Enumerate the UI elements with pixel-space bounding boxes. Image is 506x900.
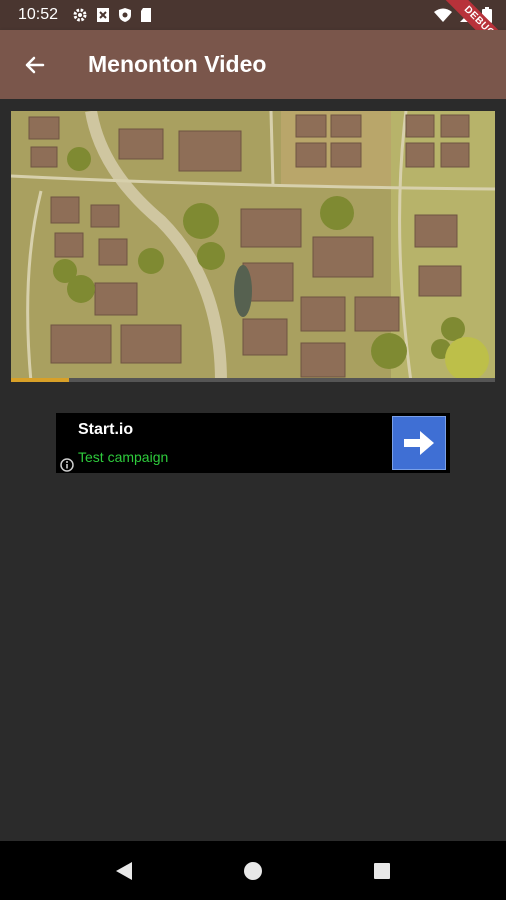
settings-icon: [73, 8, 87, 22]
video-progress-fill: [11, 378, 70, 382]
shield-icon: [119, 8, 132, 22]
nav-recents-button[interactable]: [362, 851, 402, 891]
wifi-icon: [434, 8, 452, 22]
ad-banner[interactable]: Start.io Test campaign: [56, 413, 450, 473]
content-area: Start.io Test campaign: [0, 99, 506, 841]
sim-icon: [97, 8, 110, 22]
nav-back-button[interactable]: [104, 851, 144, 891]
app-bar: Menonton Video: [0, 30, 506, 99]
back-button[interactable]: [18, 48, 52, 82]
system-nav-bar: [0, 841, 506, 900]
status-time: 10:52: [18, 6, 59, 23]
info-icon[interactable]: [60, 458, 74, 477]
ad-cta-button[interactable]: [392, 416, 446, 470]
sd-card-icon: [141, 8, 152, 22]
home-circle-icon: [243, 861, 262, 880]
back-triangle-icon: [116, 861, 133, 880]
arrow-back-icon: [25, 56, 45, 73]
status-bar: 10:52 DEBUG: [0, 0, 506, 67]
ad-title: Start.io: [78, 421, 134, 438]
video-progress-bar[interactable]: [11, 378, 495, 382]
recents-square-icon: [373, 862, 390, 879]
page-title: Menonton Video: [88, 51, 267, 77]
status-icons-left: [72, 7, 152, 23]
video-player[interactable]: [11, 111, 495, 382]
ad-subtitle: Test campaign: [78, 449, 169, 465]
nav-home-button[interactable]: [233, 851, 273, 891]
arrow-right-icon: [404, 431, 434, 455]
video-thumbnail: [11, 111, 495, 382]
